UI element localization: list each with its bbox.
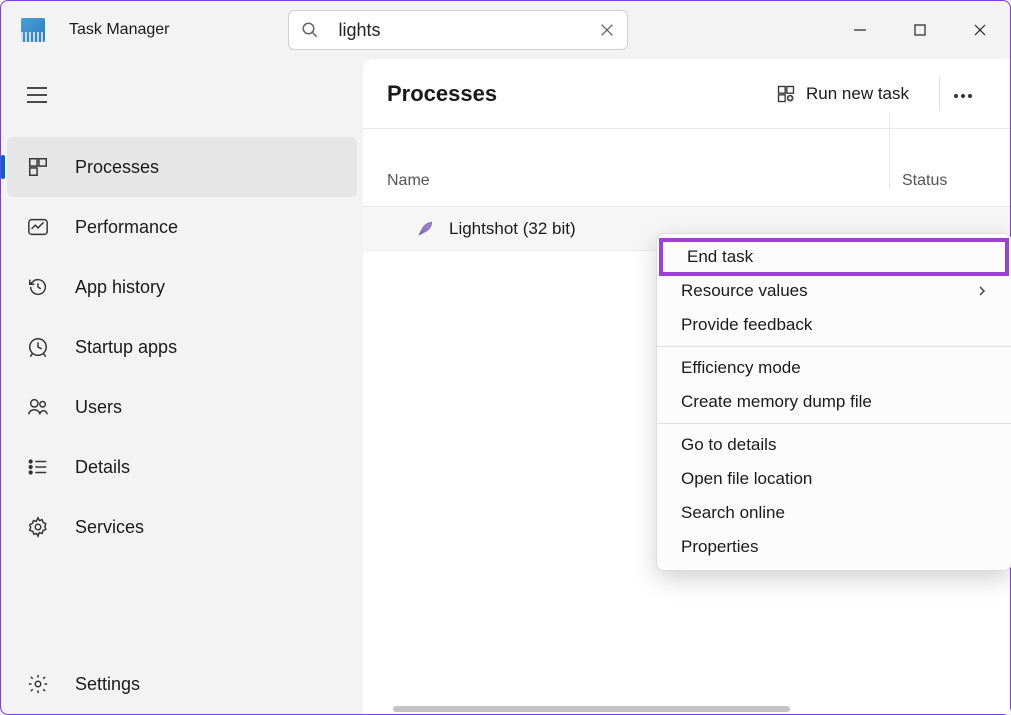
title-bar: Task Manager (1, 1, 1010, 59)
sidebar-item-label: Users (75, 397, 122, 418)
hamburger-button[interactable] (13, 73, 61, 117)
settings-icon (27, 673, 49, 695)
users-icon (27, 396, 49, 418)
sidebar-item-app-history[interactable]: App history (7, 257, 357, 317)
sidebar-item-performance[interactable]: Performance (7, 197, 357, 257)
sidebar-item-label: Settings (75, 674, 140, 695)
search-input[interactable] (339, 20, 599, 41)
sidebar-item-startup-apps[interactable]: Startup apps (7, 317, 357, 377)
separator (657, 346, 1011, 347)
services-icon (27, 516, 49, 538)
sidebar-item-processes[interactable]: Processes (7, 137, 357, 197)
close-button[interactable] (950, 6, 1010, 54)
table-header: Name Status (363, 129, 1010, 207)
ctx-properties[interactable]: Properties (657, 530, 1011, 564)
ctx-resource-values[interactable]: Resource values (657, 274, 1011, 308)
sidebar-item-label: Processes (75, 157, 159, 178)
run-task-icon (776, 84, 796, 104)
ctx-efficiency-mode[interactable]: Efficiency mode (657, 351, 1011, 385)
separator (657, 423, 1011, 424)
sort-icon (436, 175, 448, 187)
app-feather-icon (415, 219, 435, 239)
window-controls (830, 6, 1010, 54)
run-new-task-button[interactable]: Run new task (764, 78, 921, 110)
sidebar: Processes Performance App history Startu… (1, 59, 363, 714)
startup-icon (27, 336, 49, 358)
ctx-go-to-details[interactable]: Go to details (657, 428, 1011, 462)
sidebar-item-label: Performance (75, 217, 178, 238)
performance-icon (27, 216, 49, 238)
ctx-open-file-location[interactable]: Open file location (657, 462, 1011, 496)
column-name[interactable]: Name (363, 172, 889, 190)
more-options-button[interactable] (939, 77, 986, 111)
sidebar-item-services[interactable]: Services (7, 497, 357, 557)
processes-icon (27, 156, 49, 178)
content-area: Processes Run new task Name Status Light… (363, 59, 1010, 714)
clear-icon[interactable] (599, 22, 615, 38)
ctx-search-online[interactable]: Search online (657, 496, 1011, 530)
process-name: Lightshot (32 bit) (449, 219, 576, 239)
sidebar-item-details[interactable]: Details (7, 437, 357, 497)
minimize-button[interactable] (830, 6, 890, 54)
search-box[interactable] (288, 10, 628, 50)
column-status[interactable]: Status (889, 112, 1010, 190)
ctx-create-dump[interactable]: Create memory dump file (657, 385, 1011, 419)
sidebar-item-settings[interactable]: Settings (7, 654, 357, 714)
app-title: Task Manager (69, 21, 170, 39)
ctx-end-task[interactable]: End task (659, 238, 1009, 276)
sidebar-item-label: Services (75, 517, 144, 538)
sidebar-item-users[interactable]: Users (7, 377, 357, 437)
history-icon (27, 276, 49, 298)
search-icon (301, 21, 319, 39)
ctx-provide-feedback[interactable]: Provide feedback (657, 308, 1011, 342)
sidebar-item-label: Details (75, 457, 130, 478)
details-icon (27, 456, 49, 478)
sidebar-item-label: Startup apps (75, 337, 177, 358)
maximize-button[interactable] (890, 6, 950, 54)
page-title: Processes (387, 81, 764, 107)
chevron-right-icon (977, 285, 987, 297)
app-icon (21, 18, 45, 42)
horizontal-scrollbar[interactable] (393, 706, 790, 712)
context-menu: End task Resource values Provide feedbac… (656, 233, 1011, 571)
sidebar-item-label: App history (75, 277, 165, 298)
